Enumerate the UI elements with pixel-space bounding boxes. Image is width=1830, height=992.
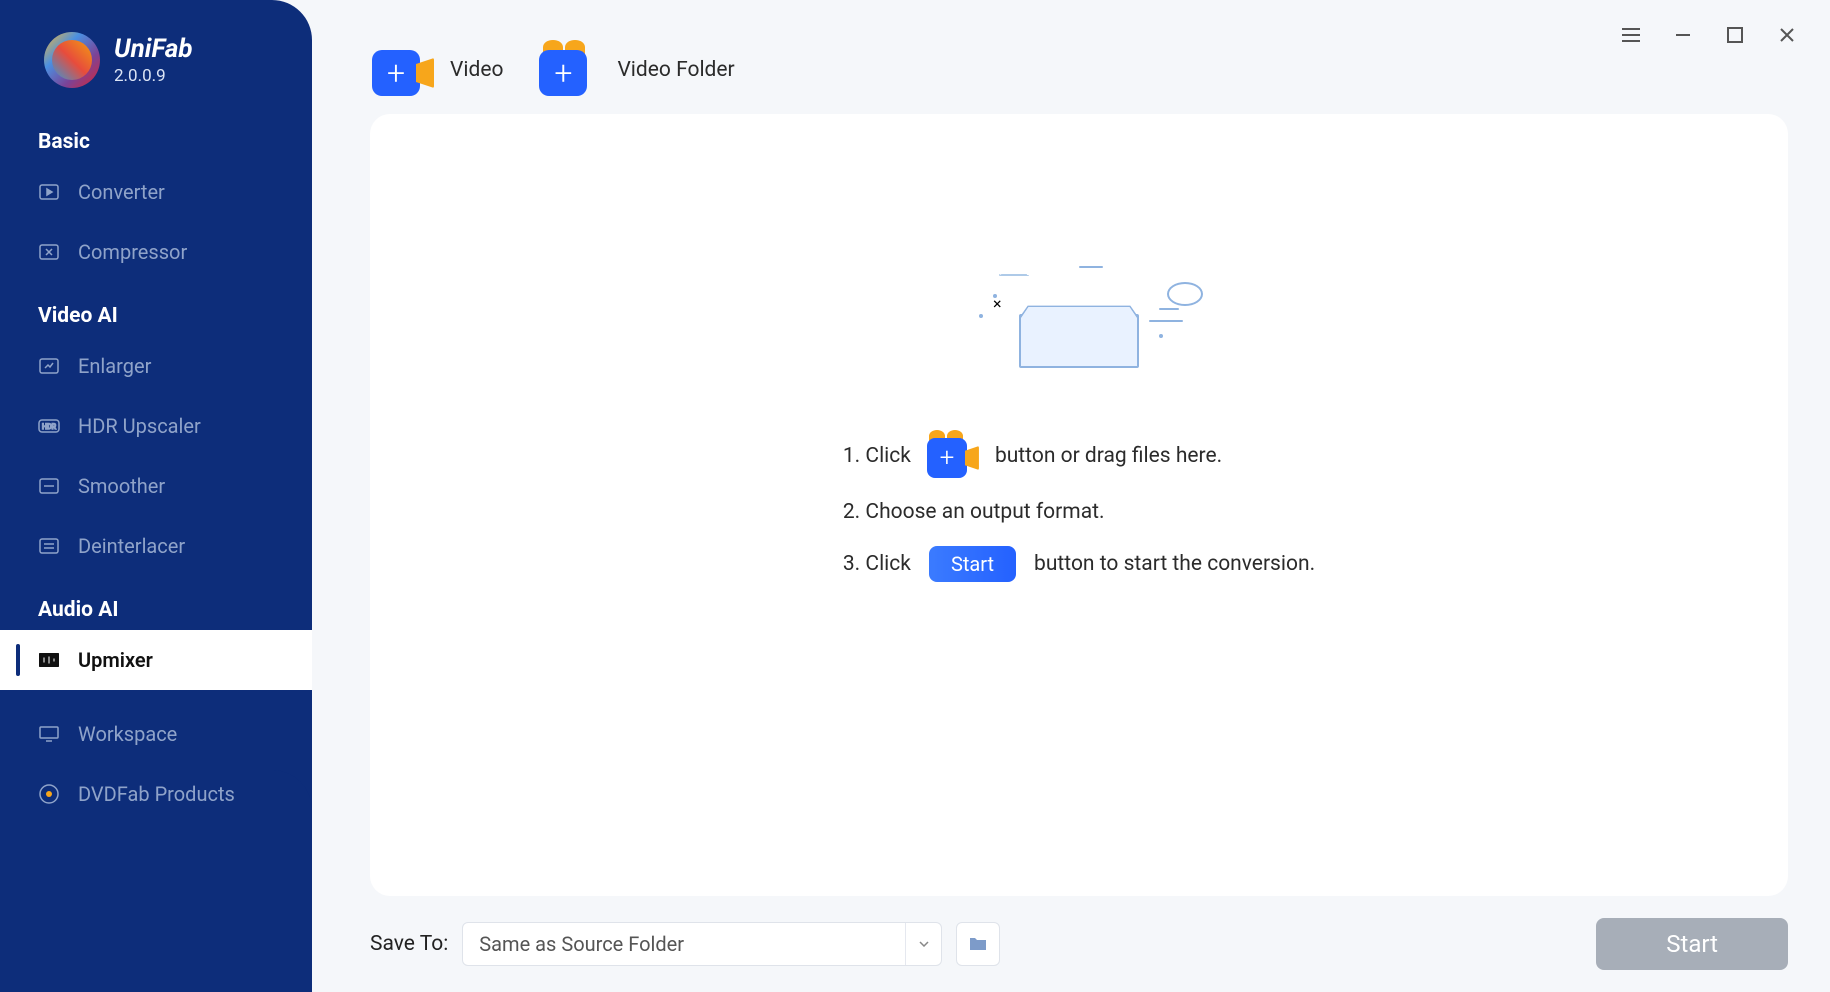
- enlarge-icon: [38, 357, 60, 375]
- sidebar-item-workspace[interactable]: Workspace: [0, 704, 312, 764]
- save-to-select[interactable]: Same as Source Folder: [462, 922, 942, 966]
- play-rect-icon: [38, 183, 60, 201]
- sidebar-section-audio-ai: Audio AI: [0, 576, 312, 630]
- sidebar-item-label: Smoother: [78, 474, 165, 498]
- sidebar-item-label: Workspace: [78, 722, 177, 746]
- add-folder-label: Video Folder: [617, 58, 734, 82]
- app-title: UniFab: [114, 34, 193, 64]
- step-text: 3. Click: [843, 552, 911, 576]
- sidebar-item-dvdfab-products[interactable]: DVDFab Products: [0, 764, 312, 824]
- step-3: 3. Click Start button to start the conve…: [843, 546, 1315, 582]
- main-area: + Video + Video Folder × 1: [312, 0, 1830, 992]
- sidebar-item-label: Enlarger: [78, 354, 151, 378]
- sidebar-section-video-ai: Video AI: [0, 282, 312, 336]
- chevron-down-icon: [905, 923, 941, 965]
- step-text: button to start the conversion.: [1034, 552, 1315, 576]
- add-folder-icon: +: [539, 44, 601, 96]
- sidebar-item-label: Compressor: [78, 240, 187, 264]
- step-text: 2. Choose an output format.: [843, 500, 1105, 524]
- sidebar-item-hdr-upscaler[interactable]: HDR HDR Upscaler: [0, 396, 312, 456]
- step-text: 1. Click: [843, 444, 911, 468]
- upmixer-icon: [38, 651, 60, 669]
- sidebar-item-enlarger[interactable]: Enlarger: [0, 336, 312, 396]
- start-button[interactable]: Start: [1596, 918, 1788, 970]
- empty-illustration: ×: [949, 264, 1209, 374]
- deinterlace-icon: [38, 537, 60, 555]
- sidebar-item-label: HDR Upscaler: [78, 414, 201, 438]
- save-to-value: Same as Source Folder: [463, 932, 905, 956]
- footer-bar: Save To: Same as Source Folder Start: [312, 896, 1830, 992]
- sidebar-item-label: DVDFab Products: [78, 782, 235, 806]
- browse-folder-button[interactable]: [956, 922, 1000, 966]
- dvdfab-icon: [38, 785, 60, 803]
- add-folder-button[interactable]: + Video Folder: [539, 44, 734, 96]
- sidebar-item-converter[interactable]: Converter: [0, 162, 312, 222]
- add-video-icon: +: [372, 44, 434, 96]
- sidebar-section-basic: Basic: [0, 108, 312, 162]
- sidebar-item-deinterlacer[interactable]: Deinterlacer: [0, 516, 312, 576]
- step-text: button or drag files here.: [995, 444, 1222, 468]
- app-logo-area: UniFab 2.0.0.9: [0, 0, 312, 108]
- folder-icon: [968, 936, 988, 952]
- sidebar-item-smoother[interactable]: Smoother: [0, 456, 312, 516]
- start-chip-inline: Start: [929, 546, 1016, 582]
- add-video-button[interactable]: + Video: [372, 44, 503, 96]
- instruction-steps: 1. Click + button or drag files here. 2.…: [843, 434, 1315, 582]
- sidebar-item-label: Converter: [78, 180, 165, 204]
- sidebar: UniFab 2.0.0.9 Basic Converter Compresso…: [0, 0, 312, 992]
- step-1: 1. Click + button or drag files here.: [843, 434, 1222, 478]
- compress-icon: [38, 243, 60, 261]
- add-video-label: Video: [450, 58, 503, 82]
- smoother-icon: [38, 477, 60, 495]
- svg-text:HDR: HDR: [42, 423, 57, 431]
- app-logo-icon: [44, 32, 100, 88]
- hdr-icon: HDR: [38, 417, 60, 435]
- window-controls: [312, 0, 1830, 48]
- sidebar-item-compressor[interactable]: Compressor: [0, 222, 312, 282]
- drop-zone[interactable]: × 1. Click + button or drag files here. …: [370, 114, 1788, 896]
- sidebar-item-upmixer[interactable]: Upmixer: [0, 630, 312, 690]
- step-2: 2. Choose an output format.: [843, 500, 1105, 524]
- sidebar-item-label: Deinterlacer: [78, 534, 185, 558]
- save-to-label: Save To:: [370, 932, 448, 956]
- toolbar: + Video + Video Folder: [312, 44, 1830, 114]
- add-video-icon-inline: +: [927, 434, 979, 478]
- monitor-icon: [38, 725, 60, 743]
- app-version: 2.0.0.9: [114, 66, 193, 86]
- sidebar-item-label: Upmixer: [78, 648, 153, 672]
